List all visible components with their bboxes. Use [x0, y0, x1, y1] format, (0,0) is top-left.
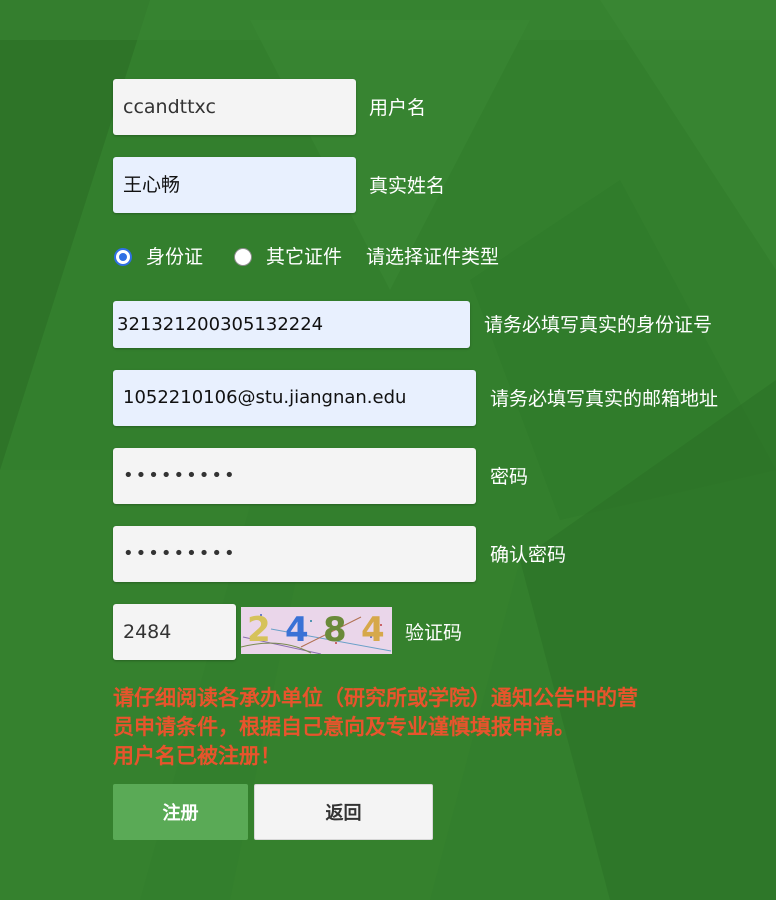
notice-line-2: 员申请条件，根据自己意向及专业谨慎填报申请。	[113, 715, 575, 739]
id-type-hint: 请选择证件类型	[366, 246, 500, 268]
username-label: 用户名	[369, 97, 427, 119]
error-message: 用户名已被注册！	[113, 744, 281, 768]
email-input[interactable]	[113, 370, 476, 426]
id-card-radio[interactable]	[114, 248, 132, 266]
notice-line-1: 请仔细阅读各承办单位（研究所或学院）通知公告中的营	[113, 686, 638, 710]
captcha-label: 验证码	[405, 622, 463, 644]
realname-input[interactable]	[113, 157, 356, 213]
id-card-option-label: 身份证	[146, 246, 204, 268]
other-id-option-label: 其它证件	[266, 246, 343, 268]
username-input[interactable]	[113, 79, 356, 135]
register-button[interactable]: 注册	[113, 784, 248, 840]
id-number-label: 请务必填写真实的身份证号	[484, 314, 713, 336]
id-number-input[interactable]	[113, 301, 470, 348]
confirm-password-input[interactable]	[113, 526, 476, 582]
confirm-password-label: 确认密码	[490, 544, 567, 566]
notice-text: 请仔细阅读各承办单位（研究所或学院）通知公告中的营 员申请条件，根据自己意向及专…	[113, 684, 776, 771]
back-button[interactable]: 返回	[254, 784, 433, 840]
captcha-image[interactable]: 2484	[241, 607, 392, 654]
email-label: 请务必填写真实的邮箱地址	[490, 388, 719, 410]
realname-label: 真实姓名	[369, 175, 446, 197]
captcha-input[interactable]	[113, 604, 236, 660]
other-id-radio[interactable]	[234, 248, 252, 266]
password-label: 密码	[490, 466, 529, 488]
password-input[interactable]	[113, 448, 476, 504]
